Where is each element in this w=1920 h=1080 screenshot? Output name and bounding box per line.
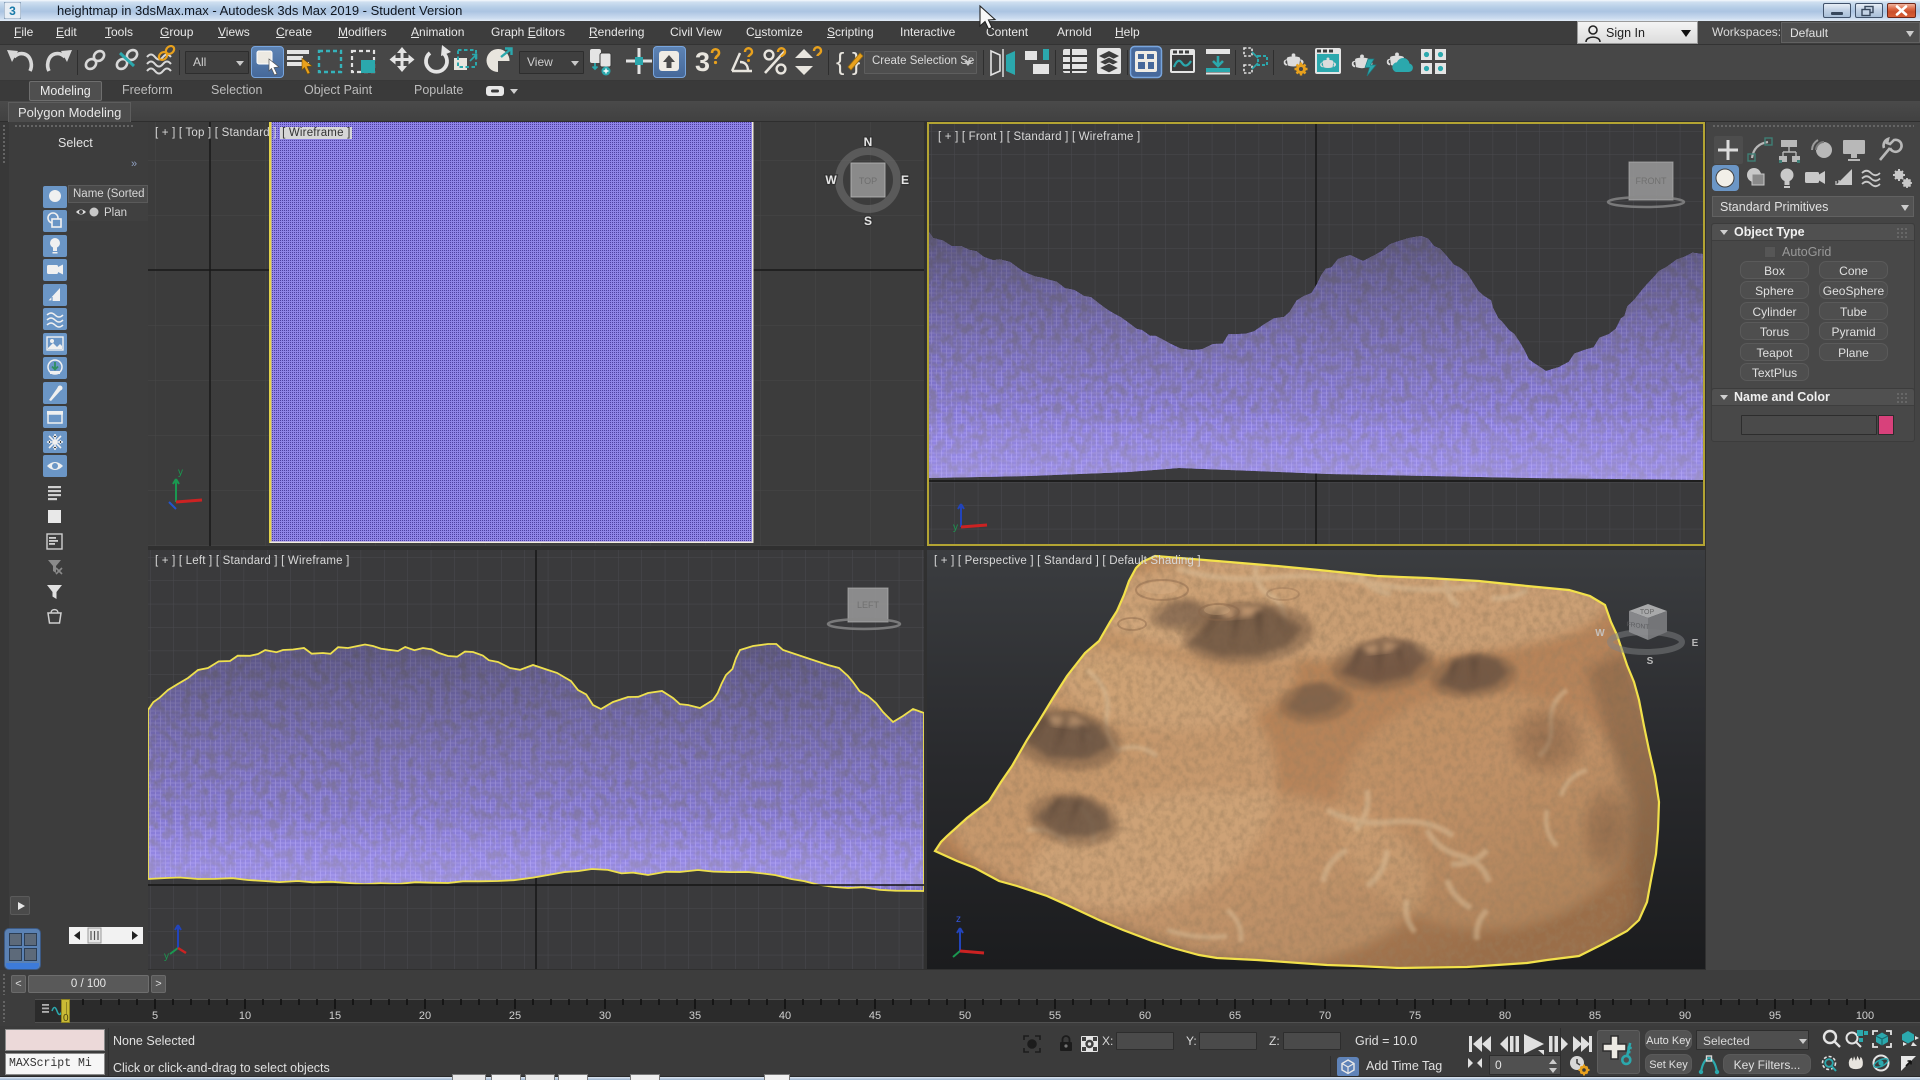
svg-text:55: 55: [1049, 1010, 1061, 1022]
svg-text:TOP: TOP: [1640, 609, 1655, 616]
svg-text:3: 3: [9, 4, 16, 18]
svg-text:30: 30: [599, 1010, 611, 1022]
svg-text:E: E: [1692, 638, 1699, 649]
svg-text:45: 45: [869, 1010, 881, 1022]
svg-text:3: 3: [695, 47, 710, 77]
svg-text:y: y: [178, 467, 183, 478]
svg-text:S: S: [864, 214, 872, 228]
svg-text:{: {: [836, 48, 844, 76]
svg-text:65: 65: [1229, 1010, 1241, 1022]
svg-text:40: 40: [779, 1010, 791, 1022]
svg-text:35: 35: [689, 1010, 701, 1022]
svg-text:70: 70: [1319, 1010, 1331, 1022]
svg-text:y: y: [164, 951, 169, 962]
svg-text:10: 10: [239, 1010, 251, 1022]
svg-text:20: 20: [419, 1010, 431, 1022]
svg-text:60: 60: [1139, 1010, 1151, 1022]
svg-text:FRONT: FRONT: [1636, 176, 1667, 186]
svg-text:Plan: Plan: [104, 207, 127, 219]
svg-text:80: 80: [1499, 1010, 1511, 1022]
svg-text:95: 95: [1769, 1010, 1781, 1022]
svg-text:S: S: [1647, 656, 1654, 667]
svg-text:100: 100: [1856, 1010, 1874, 1022]
svg-text:75: 75: [1409, 1010, 1421, 1022]
svg-text:85: 85: [1589, 1010, 1601, 1022]
svg-text:E: E: [901, 173, 909, 187]
svg-text:90: 90: [1679, 1010, 1691, 1022]
svg-text:N: N: [864, 135, 873, 149]
svg-text:5: 5: [152, 1010, 158, 1022]
svg-text:15: 15: [329, 1010, 341, 1022]
svg-text:W: W: [825, 173, 837, 187]
svg-text:W: W: [1595, 628, 1605, 639]
svg-text:25: 25: [509, 1010, 521, 1022]
svg-text:z: z: [956, 914, 961, 925]
svg-text:LEFT: LEFT: [857, 600, 880, 610]
svg-text:TOP: TOP: [859, 176, 877, 186]
svg-text:y: y: [953, 522, 958, 533]
svg-text:50: 50: [959, 1010, 971, 1022]
